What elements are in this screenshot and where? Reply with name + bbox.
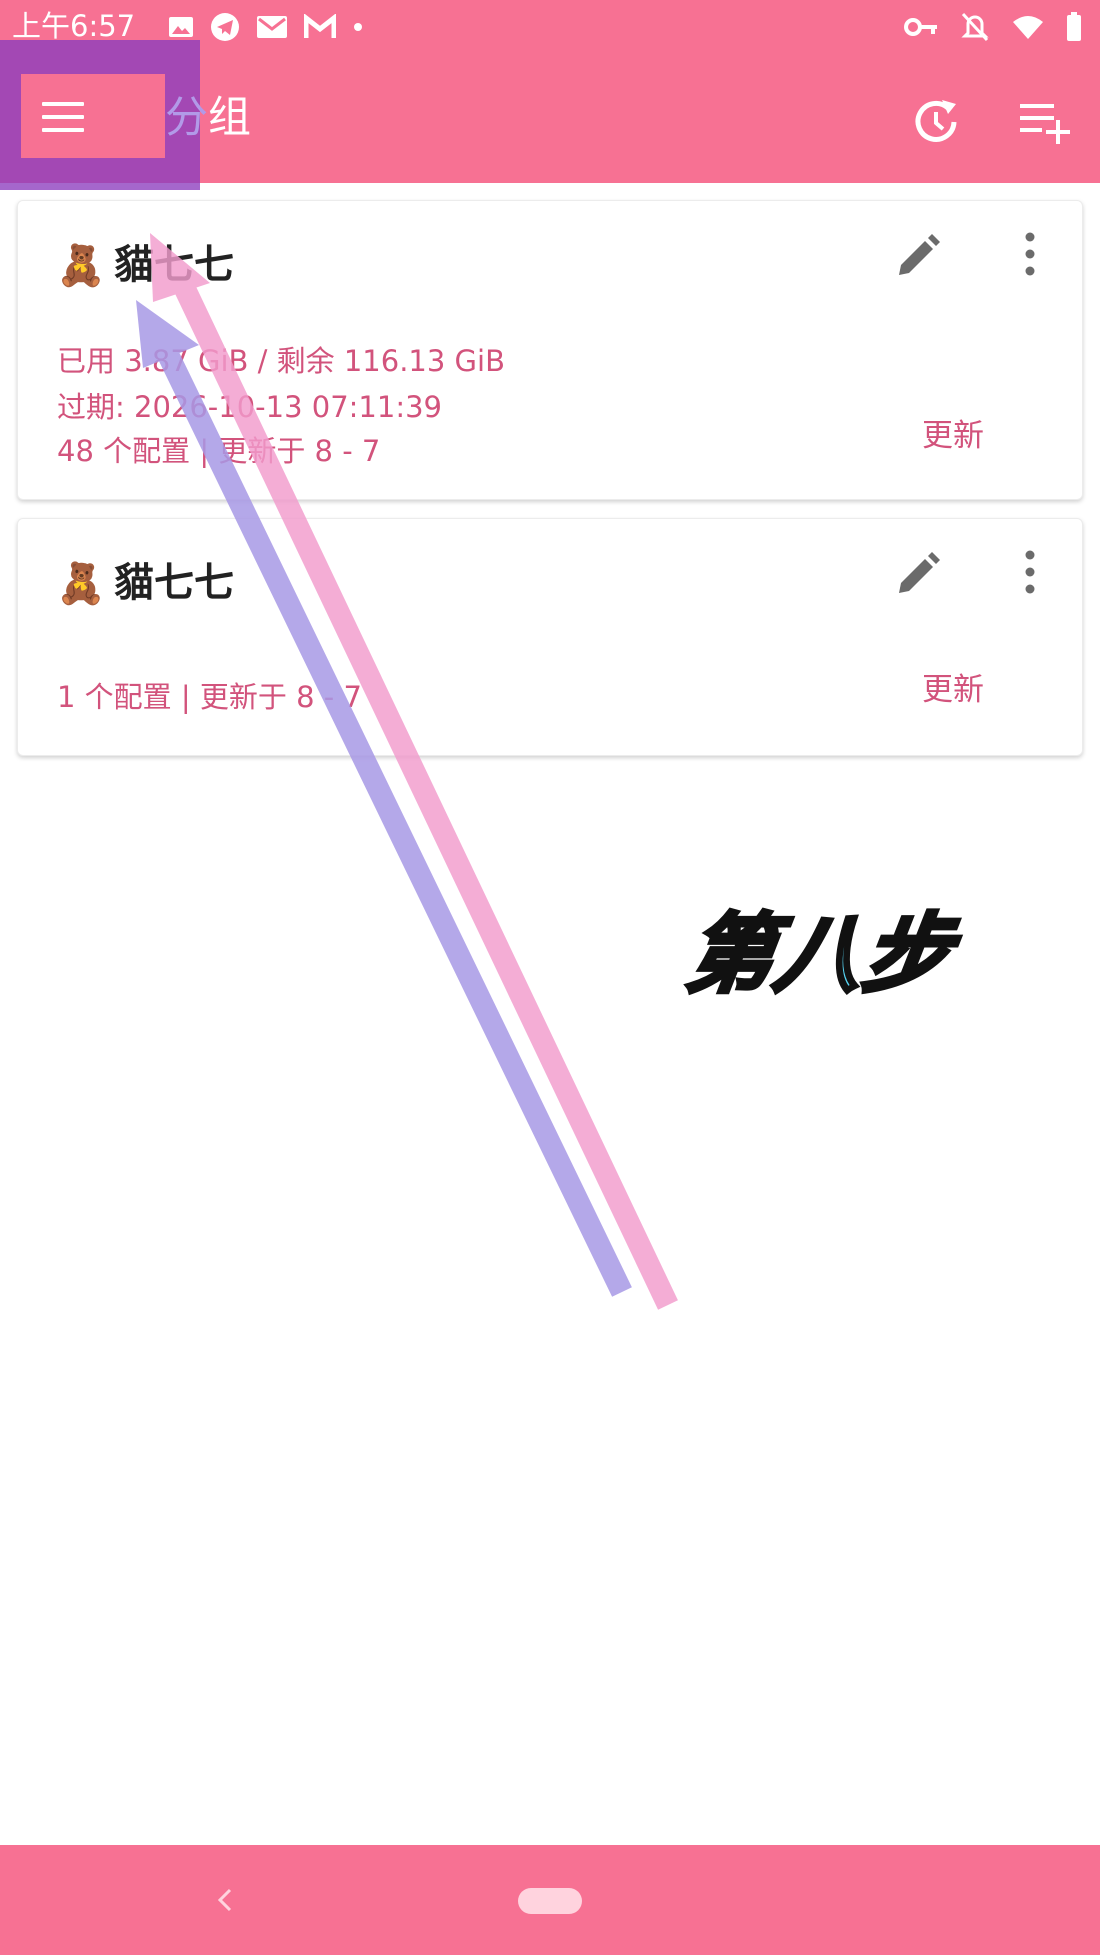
subscription-name: 貓七七 <box>114 560 234 606</box>
status-system-icons <box>904 10 1082 44</box>
edit-button[interactable] <box>891 229 943 281</box>
more-options-button[interactable] <box>1015 227 1045 281</box>
gmail-icon <box>304 14 336 38</box>
back-button[interactable] <box>210 1880 240 1920</box>
history-icon <box>915 100 957 142</box>
gmail-icon <box>257 16 287 38</box>
menu-icon <box>42 102 84 132</box>
more-vert-icon <box>1025 232 1035 276</box>
menu-button[interactable] <box>38 95 88 139</box>
vpn-key-icon <box>904 18 937 36</box>
status-notification-icons <box>168 10 364 44</box>
update-button[interactable]: 更新 <box>922 669 984 711</box>
subscription-card[interactable]: 🧸 貓七七 1 个配置 | 更新于 8 - 7 更新 <box>17 518 1083 756</box>
add-subscription-button[interactable] <box>1016 98 1074 146</box>
config-summary-text: 48 个配置 | 更新于 8 - 7 <box>57 434 381 468</box>
more-options-button[interactable] <box>1015 545 1045 599</box>
home-button[interactable] <box>518 1888 582 1914</box>
history-button[interactable] <box>908 94 964 150</box>
wifi-icon <box>1013 16 1043 39</box>
status-time: 上午6:57 <box>12 9 136 43</box>
bell-off-icon <box>961 12 989 42</box>
telegram-icon <box>211 13 239 41</box>
usage-text: 已用 3.87 GiB / 剩余 116.13 GiB <box>57 344 505 378</box>
expiry-text: 过期: 2026-10-13 07:11:39 <box>57 390 442 424</box>
pencil-icon <box>899 552 940 593</box>
dot-icon <box>354 23 362 31</box>
more-vert-icon <box>1025 550 1035 594</box>
teddy-bear-icon: 🧸 <box>56 561 106 607</box>
page-title: 分组 <box>165 93 251 143</box>
teddy-bear-icon: 🧸 <box>56 243 106 289</box>
subscription-name: 貓七七 <box>114 242 234 288</box>
chevron-left-icon <box>217 1888 232 1912</box>
image-icon <box>169 17 193 37</box>
step-label: 第八步 <box>679 903 961 1007</box>
battery-icon <box>1067 12 1081 41</box>
subscription-card[interactable]: 🧸 貓七七 已用 3.87 GiB / 剩余 116.13 GiB 过期: 20… <box>17 200 1083 500</box>
config-summary-text: 1 个配置 | 更新于 8 - 7 <box>57 680 362 714</box>
playlist-add-icon <box>1020 104 1070 144</box>
pencil-icon <box>899 234 940 275</box>
update-button[interactable]: 更新 <box>922 415 984 457</box>
edit-button[interactable] <box>891 547 943 599</box>
